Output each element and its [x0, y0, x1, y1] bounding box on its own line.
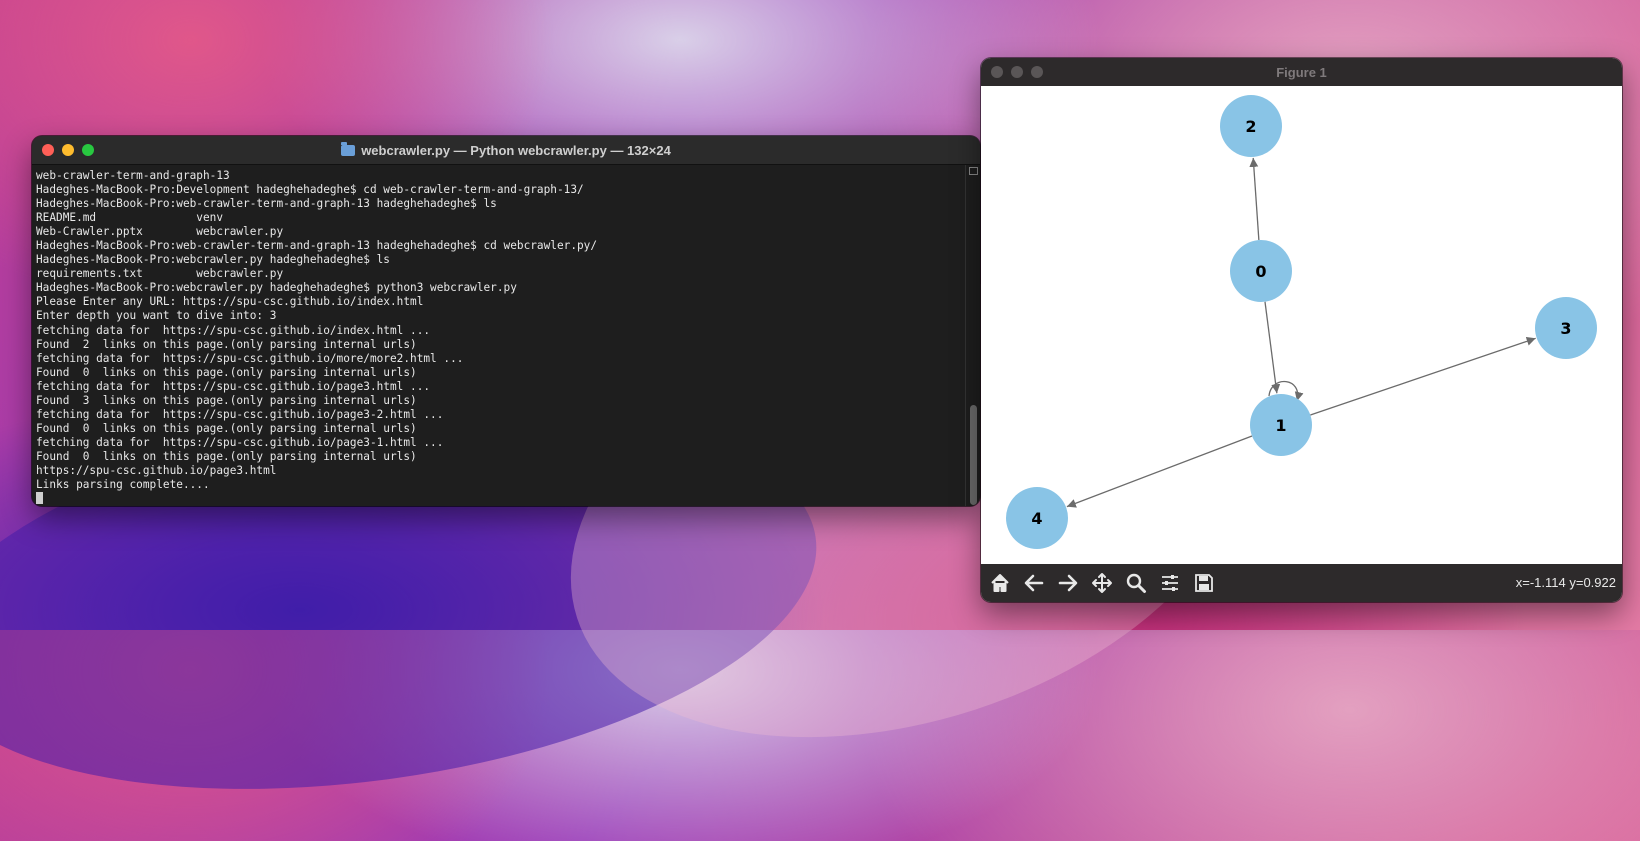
- close-button[interactable]: [42, 144, 54, 156]
- zoom-button[interactable]: [1031, 66, 1043, 78]
- terminal-line: https://spu-csc.github.io/page3.html: [36, 463, 277, 477]
- figure-title: Figure 1: [1276, 64, 1327, 80]
- terminal-line: Hadeghes-MacBook-Pro:webcrawler.py hadeg…: [36, 281, 517, 295]
- pan-button[interactable]: [1085, 566, 1119, 600]
- figure-titlebar[interactable]: Figure 1: [981, 58, 1622, 86]
- terminal-line: Hadeghes-MacBook-Pro:web-crawler-term-an…: [36, 239, 598, 253]
- graph-edge: [1310, 336, 1536, 416]
- text-cursor: [36, 492, 43, 505]
- home-button[interactable]: [983, 566, 1017, 600]
- terminal-prompt-line: [36, 492, 962, 506]
- terminal-line: fetching data for https://spu-csc.github…: [36, 323, 431, 337]
- terminal-line: Found 2 links on this page.(only parsing…: [36, 337, 417, 351]
- terminal-title-text: webcrawler.py — Python webcrawler.py — 1…: [361, 142, 671, 158]
- terminal-title: webcrawler.py — Python webcrawler.py — 1…: [341, 141, 671, 158]
- terminal-scrollbar[interactable]: [965, 165, 980, 506]
- terminal-output[interactable]: web-crawler-term-and-graph-13 Hadeghes-Ma…: [32, 165, 966, 506]
- pan-icon: [1092, 573, 1112, 593]
- zoom-button[interactable]: [1119, 566, 1153, 600]
- terminal-line: Enter depth you want to dive into: 3: [36, 309, 277, 323]
- configure-subplots-icon: [1162, 575, 1178, 591]
- graph-node: 0: [1230, 240, 1292, 302]
- minimize-button[interactable]: [1011, 66, 1023, 78]
- terminal-window[interactable]: webcrawler.py — Python webcrawler.py — 1…: [32, 136, 980, 506]
- cursor-coordinates: x=-1.114 y=0.922: [1515, 575, 1616, 590]
- terminal-line: Hadeghes-MacBook-Pro:Development hadeghe…: [36, 183, 584, 197]
- matplotlib-toolbar: x=-1.114 y=0.922: [981, 564, 1622, 602]
- graph-node: 1: [1250, 394, 1312, 456]
- terminal-line: fetching data for https://spu-csc.github…: [36, 351, 464, 365]
- graph-node: 2: [1220, 95, 1282, 157]
- window-controls: [991, 66, 1043, 78]
- home-icon: [991, 574, 1009, 592]
- save-button[interactable]: [1187, 566, 1221, 600]
- terminal-line: Hadeghes-MacBook-Pro:webcrawler.py hadeg…: [36, 253, 390, 267]
- figure-window[interactable]: Figure 1 0 1 2 3 4 x=-1.114 y=0.922: [981, 58, 1622, 602]
- graph-node-label: 4: [1031, 509, 1042, 528]
- close-button[interactable]: [991, 66, 1003, 78]
- configure-subplots-button[interactable]: [1153, 566, 1187, 600]
- terminal-line: Please Enter any URL: https://spu-csc.gi…: [36, 295, 424, 309]
- terminal-line: web-crawler-term-and-graph-13: [36, 169, 230, 182]
- graph-node-label: 1: [1275, 416, 1286, 435]
- graph-edge: [1066, 435, 1253, 508]
- back-button[interactable]: [1017, 566, 1051, 600]
- zoom-icon: [1126, 573, 1146, 593]
- graph-node-label: 3: [1560, 319, 1571, 338]
- forward-button[interactable]: [1051, 566, 1085, 600]
- terminal-line: Found 3 links on this page.(only parsing…: [36, 393, 417, 407]
- zoom-button[interactable]: [82, 144, 94, 156]
- terminal-line: README.md venv: [36, 211, 224, 225]
- terminal-line: Found 0 links on this page.(only parsing…: [36, 449, 417, 463]
- terminal-line: Web-Crawler.pptx webcrawler.py: [36, 225, 284, 239]
- split-pane-icon[interactable]: [969, 167, 978, 175]
- plot-canvas[interactable]: 0 1 2 3 4: [981, 86, 1622, 564]
- terminal-line: fetching data for https://spu-csc.github…: [36, 435, 444, 449]
- graph-edge: [1249, 157, 1260, 241]
- terminal-line: Found 0 links on this page.(only parsing…: [36, 365, 417, 379]
- folder-icon: [341, 141, 356, 156]
- graph-edge: [1264, 301, 1281, 394]
- graph-node: 4: [1006, 487, 1068, 549]
- terminal-line: fetching data for https://spu-csc.github…: [36, 379, 431, 393]
- terminal-line: Found 0 links on this page.(only parsing…: [36, 421, 417, 435]
- graph-node-label: 2: [1245, 117, 1256, 136]
- terminal-line: Links parsing complete....: [36, 478, 210, 492]
- scrollbar-thumb[interactable]: [970, 405, 977, 505]
- forward-arrow-icon: [1058, 574, 1078, 592]
- graph-node: 3: [1535, 297, 1597, 359]
- terminal-line: fetching data for https://spu-csc.github…: [36, 407, 444, 421]
- minimize-button[interactable]: [62, 144, 74, 156]
- terminal-line: Hadeghes-MacBook-Pro:web-crawler-term-an…: [36, 197, 497, 211]
- window-controls: [42, 144, 94, 156]
- terminal-titlebar[interactable]: webcrawler.py — Python webcrawler.py — 1…: [32, 136, 980, 165]
- back-arrow-icon: [1024, 574, 1044, 592]
- graph-node-label: 0: [1255, 262, 1266, 281]
- save-icon: [1195, 574, 1213, 592]
- terminal-line: requirements.txt webcrawler.py: [36, 267, 284, 281]
- network-graph[interactable]: 0 1 2 3 4: [981, 86, 1622, 564]
